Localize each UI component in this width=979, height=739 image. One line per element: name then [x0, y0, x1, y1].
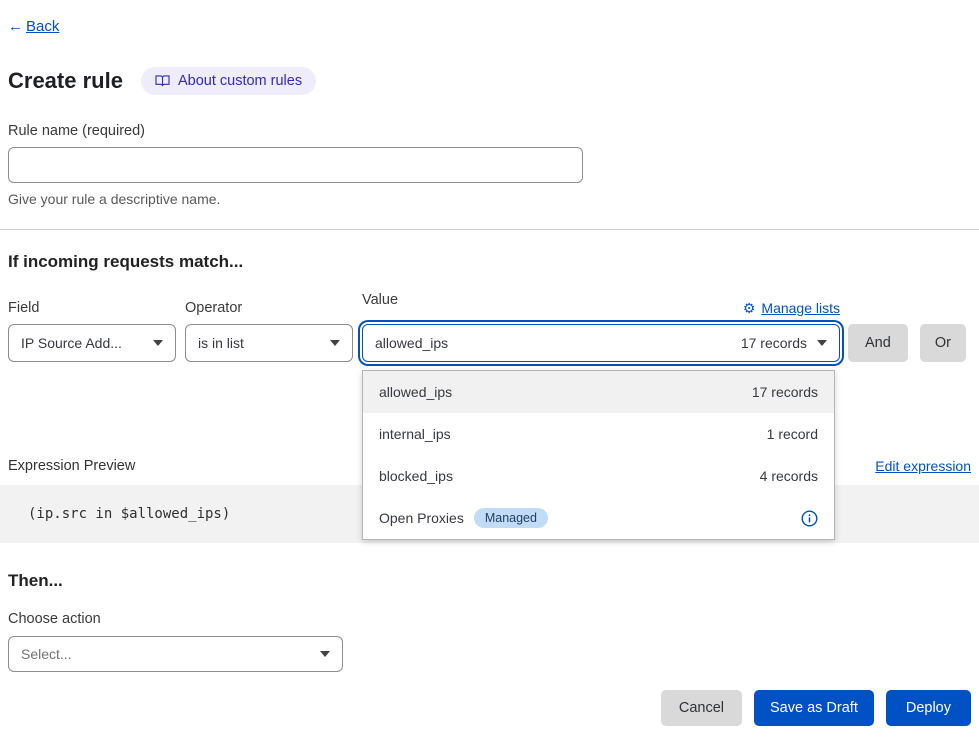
field-select[interactable]: IP Source Add... [8, 324, 176, 362]
match-condition-row: Field IP Source Add... Operator is in li… [8, 292, 971, 362]
list-item-records: 1 record [767, 426, 818, 442]
value-select-record-count: 17 records [741, 335, 807, 351]
operator-label: Operator [185, 300, 353, 316]
section-divider [0, 229, 979, 230]
dropdown-item-allowed-ips[interactable]: allowed_ips 17 records [363, 371, 834, 413]
chevron-down-icon [153, 340, 163, 346]
book-icon [155, 75, 170, 88]
about-custom-rules-label: About custom rules [178, 73, 302, 89]
field-label: Field [8, 300, 176, 316]
value-select-records: 17 records [741, 335, 827, 351]
managed-badge: Managed [474, 508, 548, 528]
field-select-value: IP Source Add... [21, 335, 122, 351]
save-as-draft-button[interactable]: Save as Draft [754, 690, 874, 726]
operator-select-value: is in list [198, 335, 244, 351]
value-label-row: Value ⚙ Manage lists [362, 292, 840, 316]
about-custom-rules-link[interactable]: About custom rules [141, 67, 316, 95]
title-row: Create rule About custom rules [8, 67, 971, 95]
choose-action-label: Choose action [8, 611, 971, 627]
footer-actions: Cancel Save as Draft Deploy [8, 690, 971, 726]
value-label: Value [362, 292, 398, 308]
create-rule-page: ← Back Create rule About custom rules Ru… [0, 0, 979, 726]
chevron-down-icon [817, 340, 827, 346]
chevron-down-icon [330, 340, 340, 346]
dropdown-item-open-proxies[interactable]: Open Proxies Managed [363, 497, 834, 539]
operator-column: Operator is in list [185, 300, 353, 362]
edit-expression-link[interactable]: Edit expression [875, 458, 971, 474]
action-select-placeholder: Select... [21, 646, 72, 662]
list-item-name: Open Proxies [379, 510, 464, 526]
list-item-records: 17 records [752, 384, 818, 400]
value-select[interactable]: allowed_ips 17 records allowed_ips 17 re… [362, 324, 840, 362]
info-icon[interactable] [801, 510, 818, 527]
list-dropdown: allowed_ips 17 records internal_ips 1 re… [362, 370, 835, 540]
manage-lists-label: Manage lists [761, 300, 840, 316]
rule-name-label: Rule name (required) [8, 123, 971, 139]
field-column: Field IP Source Add... [8, 300, 176, 362]
list-item-records: 4 records [760, 468, 818, 484]
list-item-left: Open Proxies Managed [379, 508, 548, 528]
deploy-button[interactable]: Deploy [886, 690, 971, 726]
operator-select[interactable]: is in list [185, 324, 353, 362]
then-section-heading: Then... [8, 571, 971, 591]
and-button[interactable]: And [848, 324, 908, 362]
expression-code-text: (ip.src in $allowed_ips) [28, 506, 230, 522]
or-button[interactable]: Or [920, 324, 966, 362]
value-column: Value ⚙ Manage lists allowed_ips 17 reco… [362, 292, 840, 362]
list-item-name: blocked_ips [379, 468, 453, 484]
back-link[interactable]: ← Back [8, 18, 59, 35]
back-arrow-icon: ← [8, 18, 23, 35]
dropdown-item-internal-ips[interactable]: internal_ips 1 record [363, 413, 834, 455]
manage-lists-link[interactable]: ⚙ Manage lists [743, 300, 840, 316]
gear-icon: ⚙ [743, 301, 756, 315]
list-item-name: internal_ips [379, 426, 451, 442]
match-section-heading: If incoming requests match... [8, 252, 971, 272]
chevron-down-icon [320, 651, 330, 657]
dropdown-item-blocked-ips[interactable]: blocked_ips 4 records [363, 455, 834, 497]
cancel-button[interactable]: Cancel [661, 690, 742, 726]
action-select[interactable]: Select... [8, 636, 343, 672]
value-select-value: allowed_ips [375, 335, 448, 351]
rule-name-input[interactable] [8, 147, 583, 183]
list-item-name: allowed_ips [379, 384, 452, 400]
back-link-label: Back [26, 18, 59, 35]
rule-name-help: Give your rule a descriptive name. [8, 191, 971, 207]
expression-preview-label: Expression Preview [8, 458, 135, 474]
page-title: Create rule [8, 68, 123, 94]
